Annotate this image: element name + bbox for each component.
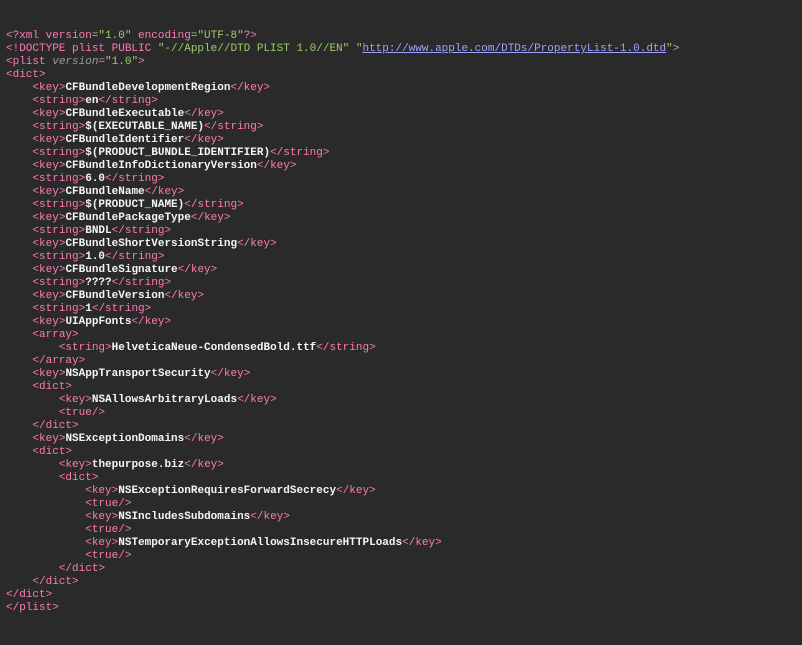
code-view: <?xml version="1.0" encoding="UTF-8"?> <… [6,30,679,614]
